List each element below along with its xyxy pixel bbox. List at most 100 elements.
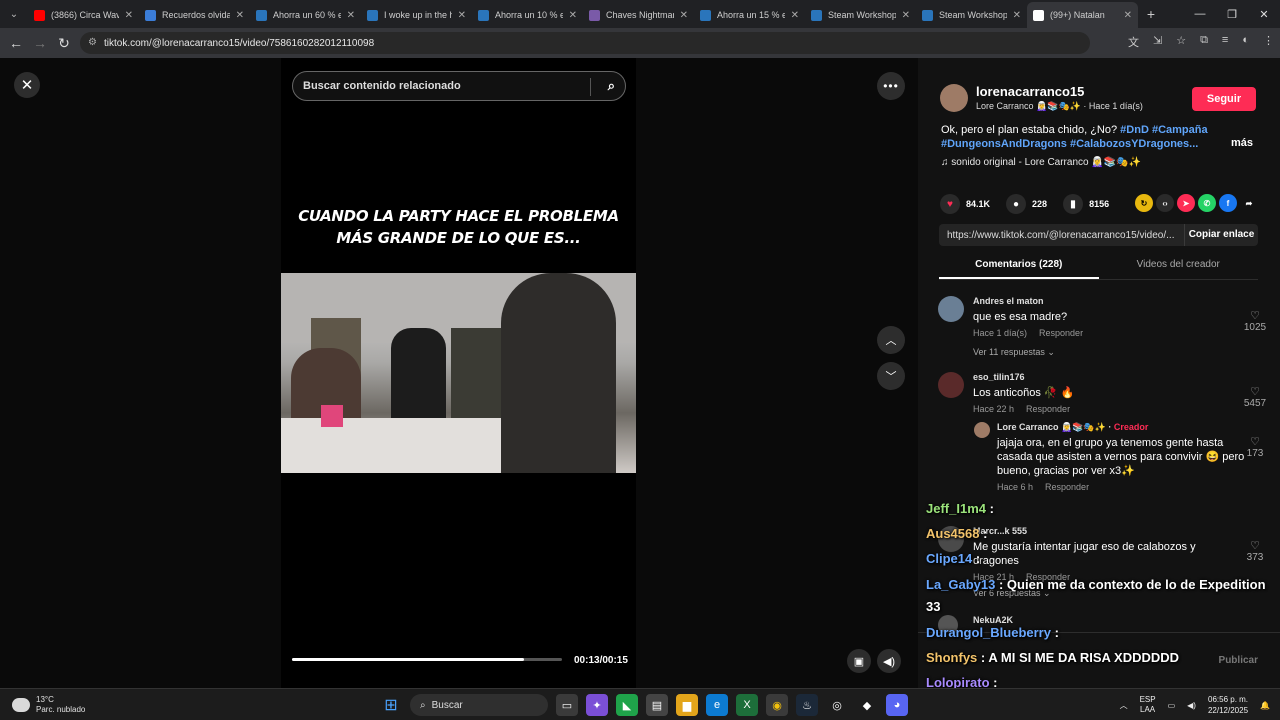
copilot-icon[interactable]: ✦ [586,694,608,716]
bookmark-icon[interactable]: ▮ [1063,194,1084,214]
close-tab-icon[interactable]: ✕ [1124,10,1132,21]
follow-button[interactable]: Seguir [1192,87,1256,111]
browser-tab[interactable]: Ahorra un 15 % en ✕ [694,2,805,28]
whatsapp-icon[interactable]: ✆ [1198,194,1216,212]
tab-comments[interactable]: Comentarios (228) [939,254,1099,279]
more-options-button[interactable]: ••• [877,72,905,100]
weather-widget[interactable]: 13°C Parc. nublado [12,695,85,715]
taskbar-search[interactable]: ⌕ Buscar [410,694,548,716]
forward-icon[interactable]: → [28,35,52,51]
close-tab-icon[interactable]: ✕ [347,10,355,21]
browser-tab[interactable]: Ahorra un 60 % en ✕ [250,2,361,28]
github-icon[interactable]: ◎ [826,694,848,716]
task-view-icon[interactable]: ▭ [556,694,578,716]
tab-creator-videos[interactable]: Videos del creador [1099,254,1259,279]
publish-button[interactable]: Publicar [1219,655,1258,666]
reply-button[interactable]: Responder [1026,404,1070,414]
close-tab-icon[interactable]: ✕ [236,10,244,21]
reply-button[interactable]: Responder [1039,328,1083,338]
volume-icon[interactable]: ◀) [877,649,901,673]
comment-user[interactable]: NekuA2K [973,615,1013,625]
embed-icon[interactable]: ‹› [1156,194,1174,212]
media-icon[interactable]: ≡ [1222,34,1228,50]
browser-tab[interactable]: Chaves Nightmare ✕ [583,2,694,28]
restore-icon[interactable]: ❐ [1216,0,1248,28]
facebook-icon[interactable]: f [1219,194,1237,212]
speaker-icon[interactable]: ◀) [1187,701,1196,710]
comment-like[interactable]: ♡ 1025 [1242,309,1268,333]
extensions-icon[interactable]: ⧉ [1200,34,1208,50]
browser-tab[interactable]: Recuerdos olvidados ✕ [139,2,250,28]
app-icon[interactable]: ◣ [616,694,638,716]
share-arrow-icon[interactable]: ➦ [1240,194,1258,212]
translate-icon[interactable]: 文 [1128,34,1139,50]
avatar[interactable] [938,372,964,398]
comment-user[interactable]: Lore Carranco 🧝‍♀️📚🎭✨ · Creador [997,422,1148,433]
comment-like[interactable]: ♡ 373 [1242,539,1268,563]
steam-icon[interactable]: ♨ [796,694,818,716]
view-replies[interactable]: Ver 11 respuestas ⌄ [973,347,1055,358]
profile-icon[interactable]: ◐ [1242,34,1249,50]
bookmark-star-icon[interactable]: ☆ [1176,34,1186,50]
avatar[interactable] [974,422,990,438]
close-tab-icon[interactable]: ✕ [125,10,133,21]
browser-tab[interactable]: Steam Workshop: ✕ [916,2,1027,28]
notification-icon[interactable]: 🔔 [1260,701,1270,710]
reload-icon[interactable]: ↻ [52,35,76,52]
browser-menu-icon[interactable]: ⋮ [1263,34,1274,50]
minimize-icon[interactable]: — [1184,0,1216,28]
heart-outline-icon[interactable]: ♡ [1242,435,1268,448]
comment-user[interactable]: Andres el maton [973,296,1044,306]
close-tab-icon[interactable]: ✕ [1013,10,1021,21]
send-icon[interactable]: ➤ [1177,194,1195,212]
app-icon[interactable]: ◆ [856,694,878,716]
more-link[interactable]: más [1231,137,1253,149]
close-tab-icon[interactable]: ✕ [569,10,577,21]
comment-like[interactable]: ♡ 173 [1242,435,1268,459]
excel-icon[interactable]: X [736,694,758,716]
install-icon[interactable]: ⇲ [1153,34,1162,50]
browser-tab[interactable]: (3866) Circa Waves ✕ [28,2,139,28]
tab-search-icon[interactable]: ⌄ [0,0,28,28]
browser-tab[interactable]: Steam Workshop: ✕ [805,2,916,28]
video-player[interactable]: Buscar contenido relacionado ⌕ CUANDO LA… [281,58,636,688]
next-video-button[interactable]: ﹀ [877,362,905,390]
copy-link-button[interactable]: Copiar enlace [1184,224,1258,246]
author-avatar[interactable] [940,84,968,112]
close-tab-icon[interactable]: ✕ [680,10,688,21]
heart-outline-icon[interactable]: ♡ [1242,539,1268,552]
heart-outline-icon[interactable]: ♡ [1242,385,1268,398]
edge-icon[interactable]: e [706,694,728,716]
comment-user[interactable]: eso_tilin176 [973,372,1025,382]
browser-tab[interactable]: Ahorra un 10 % en ✕ [472,2,583,28]
start-icon[interactable]: ⊞ [380,694,402,716]
video-progress-bar[interactable] [292,658,562,661]
sound-link[interactable]: ♫ sonido original - Lore Carranco 🧝‍♀️📚🎭… [941,157,1141,168]
store-icon[interactable]: ▤ [646,694,668,716]
back-icon[interactable]: ← [4,35,28,51]
close-tab-icon[interactable]: ✕ [458,10,466,21]
hashtags[interactable]: #DungeonsAndDragons #CalabozosYDragones.… [941,138,1198,150]
folder-icon[interactable]: ▆ [676,694,698,716]
discord-icon[interactable]: ◕ [886,694,908,716]
chrome-icon[interactable]: ◉ [766,694,788,716]
browser-tab[interactable]: I woke up in the h ✕ [361,2,472,28]
close-video-button[interactable]: ✕ [14,72,40,98]
heart-icon[interactable]: ♥ [940,194,960,214]
language-indicator[interactable]: ESP LAA [1140,695,1156,715]
author-username[interactable]: lorenacarranco15 [976,84,1084,99]
site-info-icon[interactable]: ⚙ [88,37,97,48]
pip-icon[interactable]: ▣ [847,649,871,673]
browser-tab[interactable]: (99+) Natalan ✕ [1027,2,1138,28]
close-tab-icon[interactable]: ✕ [902,10,910,21]
search-icon[interactable]: ⌕ [608,78,615,94]
reply-button[interactable]: Responder [1045,482,1089,492]
close-tab-icon[interactable]: ✕ [791,10,799,21]
new-tab-button[interactable]: + [1138,6,1164,22]
url-field[interactable]: ⚙ tiktok.com/@lorenacarranco15/video/758… [80,32,1090,54]
related-search-input[interactable]: Buscar contenido relacionado ⌕ [292,71,626,101]
comment-like[interactable]: ♡ 5457 [1242,385,1268,409]
clock[interactable]: 06:56 p. m. 22/12/2025 [1208,694,1248,716]
close-window-icon[interactable]: ✕ [1248,0,1280,28]
heart-outline-icon[interactable]: ♡ [1242,309,1268,322]
